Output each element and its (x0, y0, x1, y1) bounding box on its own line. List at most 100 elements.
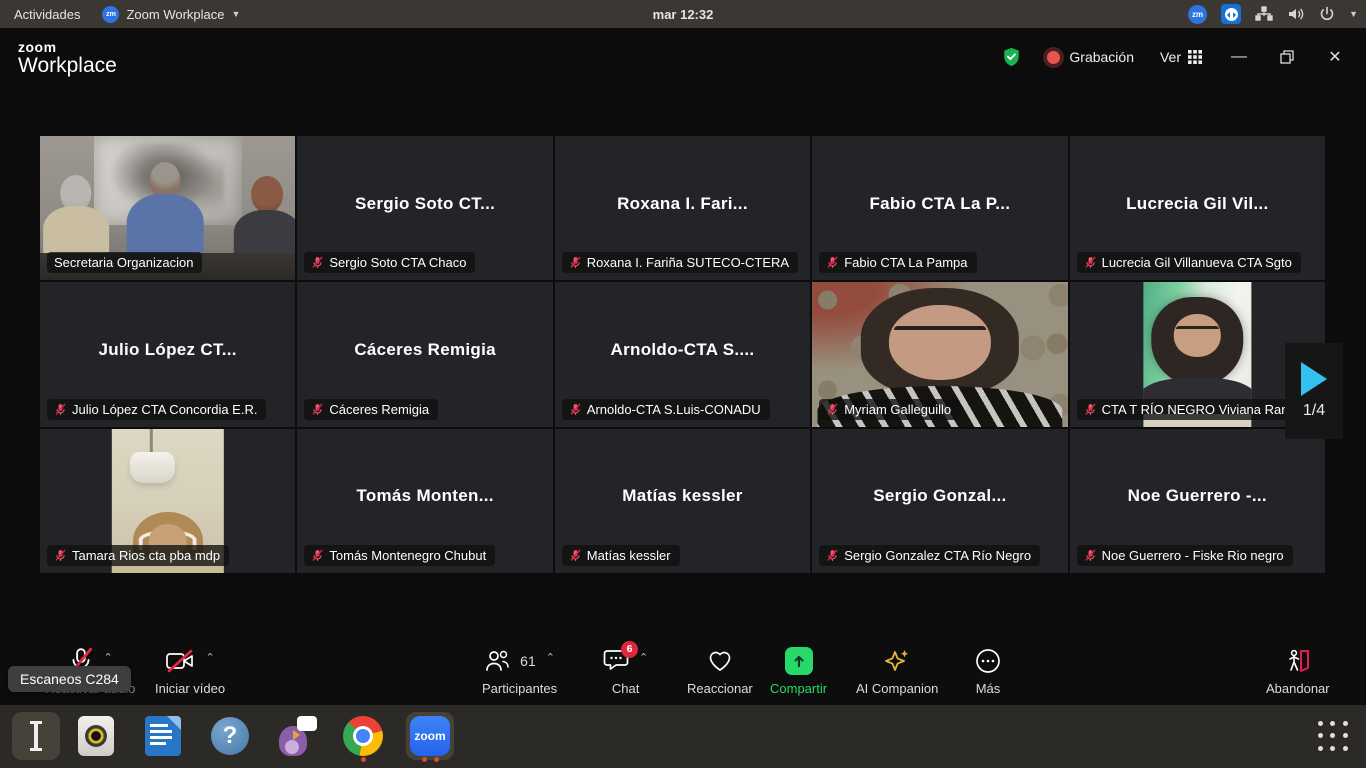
system-tray[interactable]: zm ▼ (1188, 0, 1358, 28)
meeting-toolbar: ⌃ Reactivar audio ⌃ Iniciar vídeo (0, 640, 1366, 705)
mic-muted-icon (54, 549, 67, 562)
participant-tile[interactable]: Lucrecia Gil Vil... Lucrecia Gil Villanu… (1070, 136, 1325, 280)
dock-chrome-app[interactable] (339, 712, 387, 760)
zoom-tray-icon[interactable]: zm (1188, 5, 1207, 24)
leave-button[interactable]: Abandonar (1266, 646, 1330, 696)
participant-tile[interactable]: Sergio Soto CT... Sergio Soto CTA Chaco (297, 136, 552, 280)
share-icon (785, 647, 813, 675)
start-video-button[interactable]: ⌃ Iniciar vídeo (155, 646, 225, 696)
chrome-notification-dot (361, 757, 366, 762)
zoom-window: zoom Workplace Grabación Ver (0, 28, 1366, 705)
grid-view-icon (1188, 50, 1202, 64)
participant-tile[interactable]: Noe Guerrero -... Noe Guerrero - Fiske R… (1070, 429, 1325, 573)
mic-muted-icon (1084, 549, 1097, 562)
leave-label: Abandonar (1266, 681, 1330, 696)
participants-label: Participantes (482, 681, 557, 696)
dock-pidgin-app[interactable] (273, 712, 321, 760)
mic-muted-icon (826, 549, 839, 562)
mic-muted-icon (569, 549, 582, 562)
participant-label: Tamara Rios cta pba mdp (47, 545, 229, 566)
recording-indicator[interactable]: Grabación (1047, 49, 1134, 65)
app-menu-label: Zoom Workplace (126, 7, 224, 22)
security-shield-icon[interactable] (1002, 47, 1021, 67)
participant-tile[interactable]: Fabio CTA La P... Fabio CTA La Pampa (812, 136, 1067, 280)
camera-muted-icon (165, 649, 195, 673)
dock-text-cursor-app[interactable] (12, 712, 60, 760)
app-menu[interactable]: zm Zoom Workplace ▼ (102, 0, 240, 28)
participant-name: Matías kessler (555, 486, 810, 506)
share-screen-button[interactable]: Compartir (770, 646, 827, 696)
power-icon (1319, 6, 1335, 22)
ai-companion-button[interactable]: AI Companion (856, 646, 938, 696)
show-applications-button[interactable] (1318, 721, 1350, 753)
participant-tile[interactable]: Arnoldo-CTA S.... Arnoldo-CTA S.Luis-CON… (555, 282, 810, 426)
participant-tile[interactable]: Matías kessler Matías kessler (555, 429, 810, 573)
participant-name: Sergio Gonzal... (812, 486, 1067, 506)
participant-name: Tomás Monten... (297, 486, 552, 506)
mic-options-chevron[interactable]: ⌃ (104, 651, 113, 664)
chat-options-chevron[interactable]: ⌃ (639, 651, 648, 664)
recording-label: Grabación (1069, 49, 1134, 65)
participant-tile[interactable]: Sergio Gonzal... Sergio Gonzalez CTA Río… (812, 429, 1067, 573)
restore-button[interactable] (1276, 46, 1298, 68)
next-page-button[interactable]: 1/4 (1285, 343, 1343, 439)
participant-tile[interactable]: Tamara Rios cta pba mdp (40, 429, 295, 573)
chevron-down-icon: ▼ (1349, 9, 1358, 19)
participant-tile[interactable]: Julio López CT... Julio López CTA Concor… (40, 282, 295, 426)
react-button[interactable]: Reaccionar (687, 646, 753, 696)
react-label: Reaccionar (687, 681, 753, 696)
more-button[interactable]: Más (975, 646, 1001, 696)
participant-name: Fabio CTA La P... (812, 194, 1067, 214)
mic-muted-icon (826, 256, 839, 269)
participant-tile[interactable]: Tomás Monten... Tomás Montenegro Chubut (297, 429, 552, 573)
view-button[interactable]: Ver (1160, 49, 1202, 65)
participant-tile[interactable]: Myriam Galleguillo (812, 282, 1067, 426)
network-icon (1255, 6, 1273, 22)
participant-label: Fabio CTA La Pampa (819, 252, 976, 273)
zoom-app-menu-icon: zm (102, 6, 119, 23)
participant-tile[interactable]: Secretaria Organizacion (40, 136, 295, 280)
mic-muted-icon (54, 403, 67, 416)
ai-sparkle-icon (883, 648, 911, 674)
page-indicator: 1/4 (1303, 402, 1325, 420)
chat-button[interactable]: 6 ⌃ Chat (603, 646, 648, 696)
ai-companion-label: AI Companion (856, 681, 938, 696)
teamviewer-tray-icon[interactable] (1221, 4, 1241, 24)
activities-button[interactable]: Actividades (14, 0, 80, 28)
participants-count: 61 (520, 653, 536, 669)
dock: ? zoom (0, 705, 1366, 768)
zoom-running-dot (434, 757, 439, 762)
participants-button[interactable]: 61 ⌃ Participantes (482, 646, 557, 696)
participant-name: Julio López CT... (40, 340, 295, 360)
participant-name: Arnoldo-CTA S.... (555, 340, 810, 360)
mic-device-tooltip: Escaneos C284 (8, 666, 131, 692)
chevron-down-icon: ▼ (232, 9, 241, 19)
dock-writer-app[interactable] (139, 712, 187, 760)
video-options-chevron[interactable]: ⌃ (205, 651, 214, 664)
clock[interactable]: mar 12:32 (653, 0, 714, 28)
participant-label: Tomás Montenegro Chubut (304, 545, 495, 566)
leave-door-icon (1284, 648, 1312, 674)
participant-label: Noe Guerrero - Fiske Rio negro (1077, 545, 1293, 566)
close-button[interactable]: ✕ (1324, 46, 1346, 68)
heart-icon (707, 649, 733, 673)
video-grid: Secretaria Organizacion Sergio Soto CT..… (40, 136, 1325, 573)
text-cursor-icon (34, 723, 38, 749)
mic-muted-icon (569, 256, 582, 269)
mic-muted-icon (1084, 403, 1097, 416)
minimize-button[interactable]: — (1228, 46, 1250, 68)
more-ellipsis-icon (975, 648, 1001, 674)
participant-label: Secretaria Organizacion (47, 252, 202, 273)
dock-speaker-app[interactable] (72, 712, 120, 760)
participant-tile[interactable]: Cáceres Remigia Cáceres Remigia (297, 282, 552, 426)
participants-options-chevron[interactable]: ⌃ (546, 651, 555, 664)
participant-label: Sergio Gonzalez CTA Río Negro (819, 545, 1040, 566)
dock-help-app[interactable]: ? (206, 712, 254, 760)
next-page-arrow-icon (1301, 362, 1327, 396)
dock-zoom-app[interactable]: zoom (406, 712, 454, 760)
chat-label: Chat (612, 681, 639, 696)
speaker-icon (78, 716, 114, 756)
gnome-top-bar: Actividades zm Zoom Workplace ▼ mar 12:3… (0, 0, 1366, 28)
record-dot-icon (1047, 51, 1060, 64)
participant-tile[interactable]: Roxana I. Fari... Roxana I. Fariña SUTEC… (555, 136, 810, 280)
